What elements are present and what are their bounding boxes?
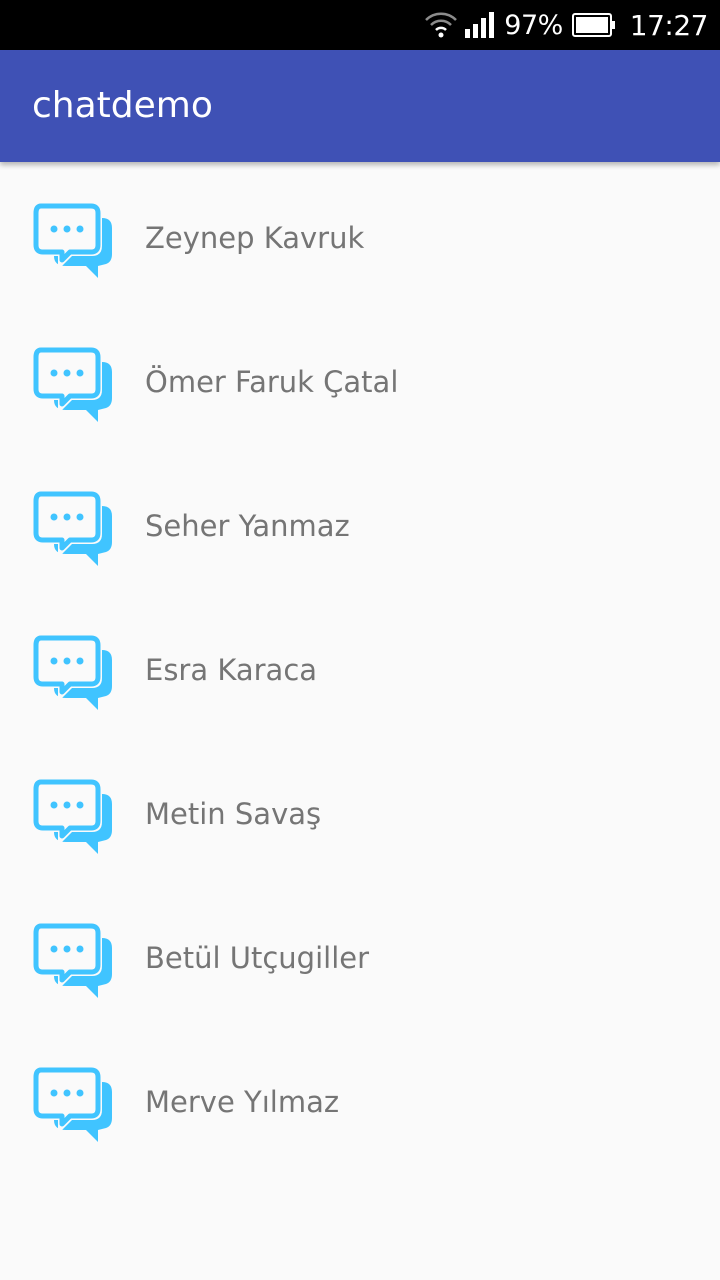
chat-bubbles-icon: [32, 344, 114, 426]
status-bar: 97% 17:27: [0, 0, 720, 50]
chat-bubbles-icon: [32, 776, 114, 858]
contact-list-item[interactable]: Esra Karaca: [0, 594, 720, 738]
contact-name: Seher Yanmaz: [145, 509, 350, 543]
chat-bubbles-icon: [32, 632, 114, 714]
contact-name: Betül Utçugiller: [145, 941, 370, 975]
chat-bubbles-icon: [32, 200, 114, 282]
contact-name: Ömer Faruk Çatal: [145, 365, 399, 399]
signal-icon: [465, 12, 495, 38]
contact-list: Zeynep Kavruk Ömer Faruk Çatal Seher Yan…: [0, 162, 720, 1170]
app-bar: chatdemo: [0, 50, 720, 162]
contact-name: Esra Karaca: [145, 653, 318, 687]
contact-name: Merve Yılmaz: [145, 1085, 340, 1119]
battery-percent: 97%: [504, 9, 563, 41]
status-icons: 97% 17:27: [424, 0, 709, 50]
contact-list-item[interactable]: Zeynep Kavruk: [0, 162, 720, 306]
app-title: chatdemo: [32, 85, 213, 126]
chat-bubbles-icon: [32, 920, 114, 1002]
contact-list-item[interactable]: Merve Yılmaz: [0, 1026, 720, 1170]
clock: 17:27: [629, 8, 709, 42]
contact-list-item[interactable]: Metin Savaş: [0, 738, 720, 882]
contact-name: Zeynep Kavruk: [145, 221, 365, 255]
contact-list-item[interactable]: Ömer Faruk Çatal: [0, 306, 720, 450]
contact-name: Metin Savaş: [145, 797, 322, 831]
wifi-icon: [425, 12, 458, 38]
contact-list-item[interactable]: Betül Utçugiller: [0, 882, 720, 1026]
battery-icon: [571, 13, 615, 37]
chat-bubbles-icon: [32, 488, 114, 570]
contact-list-item[interactable]: Seher Yanmaz: [0, 450, 720, 594]
chat-bubbles-icon: [32, 1064, 114, 1146]
